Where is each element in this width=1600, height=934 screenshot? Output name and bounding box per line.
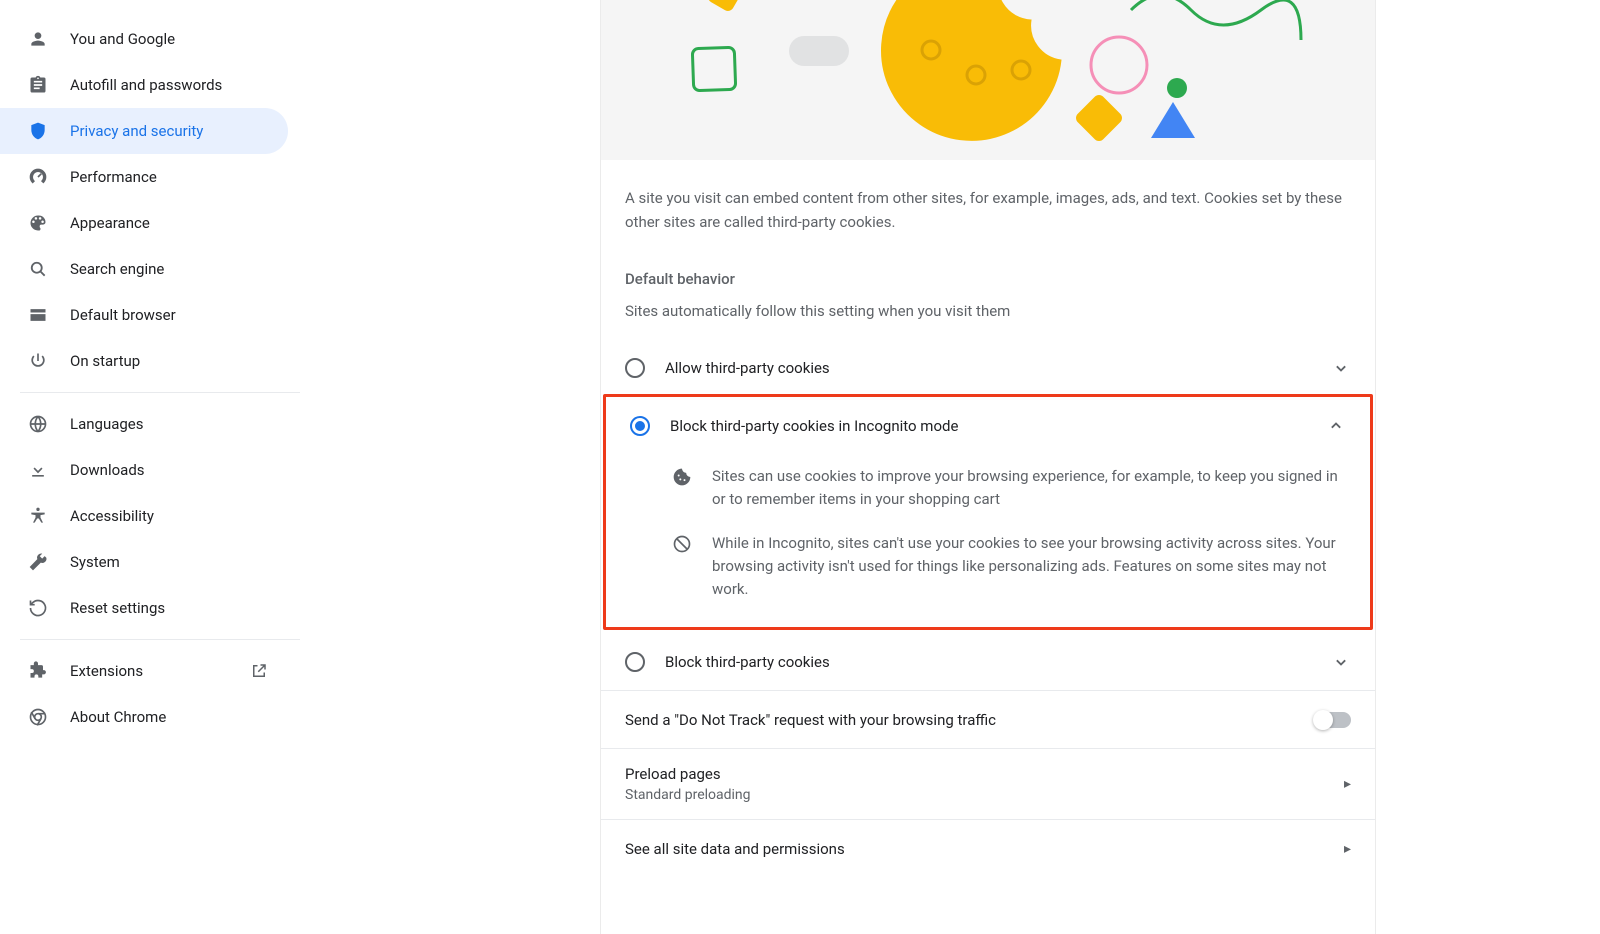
sidebar-item-on-startup[interactable]: On startup [0, 338, 288, 384]
person-icon [28, 29, 48, 49]
sidebar-item-label: Extensions [70, 662, 143, 680]
cookies-settings-panel: A site you visit can embed content from … [600, 0, 1376, 934]
clipboard-icon [28, 75, 48, 95]
sidebar-item-label: Default browser [70, 306, 176, 324]
sidebar-item-search-engine[interactable]: Search engine [0, 246, 288, 292]
reset-icon [28, 598, 48, 618]
sidebar-item-label: Accessibility [70, 507, 154, 525]
chevron-down-icon[interactable] [1331, 652, 1351, 672]
preload-title: Preload pages [625, 765, 1328, 783]
wrench-icon [28, 552, 48, 572]
preload-pages-row[interactable]: Preload pages Standard preloading ▸ [601, 748, 1375, 819]
sidebar-item-label: Languages [70, 415, 144, 433]
sidebar-item-system[interactable]: System [0, 539, 288, 585]
cookie-icon [672, 467, 692, 487]
puzzle-icon [28, 661, 48, 681]
detail-cookie-benefit: Sites can use cookies to improve your br… [672, 455, 1346, 522]
option-label: Block third-party cookies in Incognito m… [670, 417, 1306, 435]
block-icon [672, 534, 692, 554]
option-details: Sites can use cookies to improve your br… [606, 455, 1370, 611]
sidebar-item-label: You and Google [70, 30, 175, 48]
option-label: Block third-party cookies [665, 653, 1311, 671]
highlighted-option-block: Block third-party cookies in Incognito m… [603, 394, 1373, 630]
cookie-options-list: Allow third-party cookies Block third-pa… [601, 338, 1375, 877]
sidebar-item-reset[interactable]: Reset settings [0, 585, 288, 631]
option-label: Allow third-party cookies [665, 359, 1311, 377]
chevron-up-icon[interactable] [1326, 416, 1346, 436]
option-block-all[interactable]: Block third-party cookies [601, 632, 1375, 690]
option-allow-third-party[interactable]: Allow third-party cookies [601, 338, 1375, 396]
sidebar-item-appearance[interactable]: Appearance [0, 200, 288, 246]
sidebar-item-about-chrome[interactable]: About Chrome [0, 694, 288, 740]
sidebar-item-label: Reset settings [70, 599, 165, 617]
settings-sidebar: You and Google Autofill and passwords Pr… [0, 0, 300, 934]
detail-text: Sites can use cookies to improve your br… [712, 465, 1346, 512]
do-not-track-row[interactable]: Send a "Do Not Track" request with your … [601, 690, 1375, 748]
sidebar-item-label: On startup [70, 352, 140, 370]
sidebar-item-label: Autofill and passwords [70, 76, 222, 94]
accessibility-icon [28, 506, 48, 526]
sidebar-item-label: Downloads [70, 461, 145, 479]
cookies-description: A site you visit can embed content from … [601, 160, 1375, 234]
detail-text: While in Incognito, sites can't use your… [712, 532, 1346, 602]
chrome-icon [28, 707, 48, 727]
detail-incognito-block: While in Incognito, sites can't use your… [672, 522, 1346, 612]
radio-icon [625, 358, 645, 378]
hero-illustration [601, 0, 1375, 160]
sidebar-item-label: System [70, 553, 120, 571]
radio-icon [625, 652, 645, 672]
shield-icon [28, 121, 48, 141]
sidebar-item-privacy[interactable]: Privacy and security [0, 108, 288, 154]
sidebar-item-extensions[interactable]: Extensions [0, 648, 288, 694]
external-link-icon [250, 662, 268, 680]
sidebar-item-label: Performance [70, 168, 157, 186]
default-behavior-title: Default behavior [601, 234, 1375, 288]
default-behavior-sub: Sites automatically follow this setting … [601, 288, 1375, 320]
sidebar-item-label: Appearance [70, 214, 150, 232]
speedometer-icon [28, 167, 48, 187]
sidebar-item-label: About Chrome [70, 708, 166, 726]
sidebar-item-label: Search engine [70, 260, 164, 278]
download-icon [28, 460, 48, 480]
all-site-data-label: See all site data and permissions [625, 840, 1328, 858]
option-block-incognito[interactable]: Block third-party cookies in Incognito m… [606, 397, 1370, 455]
sidebar-item-label: Privacy and security [70, 122, 203, 140]
sidebar-item-default-browser[interactable]: Default browser [0, 292, 288, 338]
all-site-data-row[interactable]: See all site data and permissions ▸ [601, 819, 1375, 877]
chevron-down-icon[interactable] [1331, 358, 1351, 378]
preload-sub: Standard preloading [625, 787, 1328, 803]
globe-icon [28, 414, 48, 434]
content-area: A site you visit can embed content from … [300, 0, 1600, 934]
browser-icon [28, 305, 48, 325]
sidebar-item-performance[interactable]: Performance [0, 154, 288, 200]
sidebar-item-accessibility[interactable]: Accessibility [0, 493, 288, 539]
sidebar-item-downloads[interactable]: Downloads [0, 447, 288, 493]
sidebar-item-autofill[interactable]: Autofill and passwords [0, 62, 288, 108]
power-icon [28, 351, 48, 371]
dnt-toggle[interactable] [1315, 712, 1351, 728]
palette-icon [28, 213, 48, 233]
arrow-right-icon: ▸ [1344, 841, 1351, 857]
sidebar-item-you-and-google[interactable]: You and Google [0, 16, 288, 62]
search-icon [28, 259, 48, 279]
dnt-label: Send a "Do Not Track" request with your … [625, 711, 1299, 729]
arrow-right-icon: ▸ [1344, 776, 1351, 792]
sidebar-item-languages[interactable]: Languages [0, 401, 288, 447]
radio-icon [630, 416, 650, 436]
